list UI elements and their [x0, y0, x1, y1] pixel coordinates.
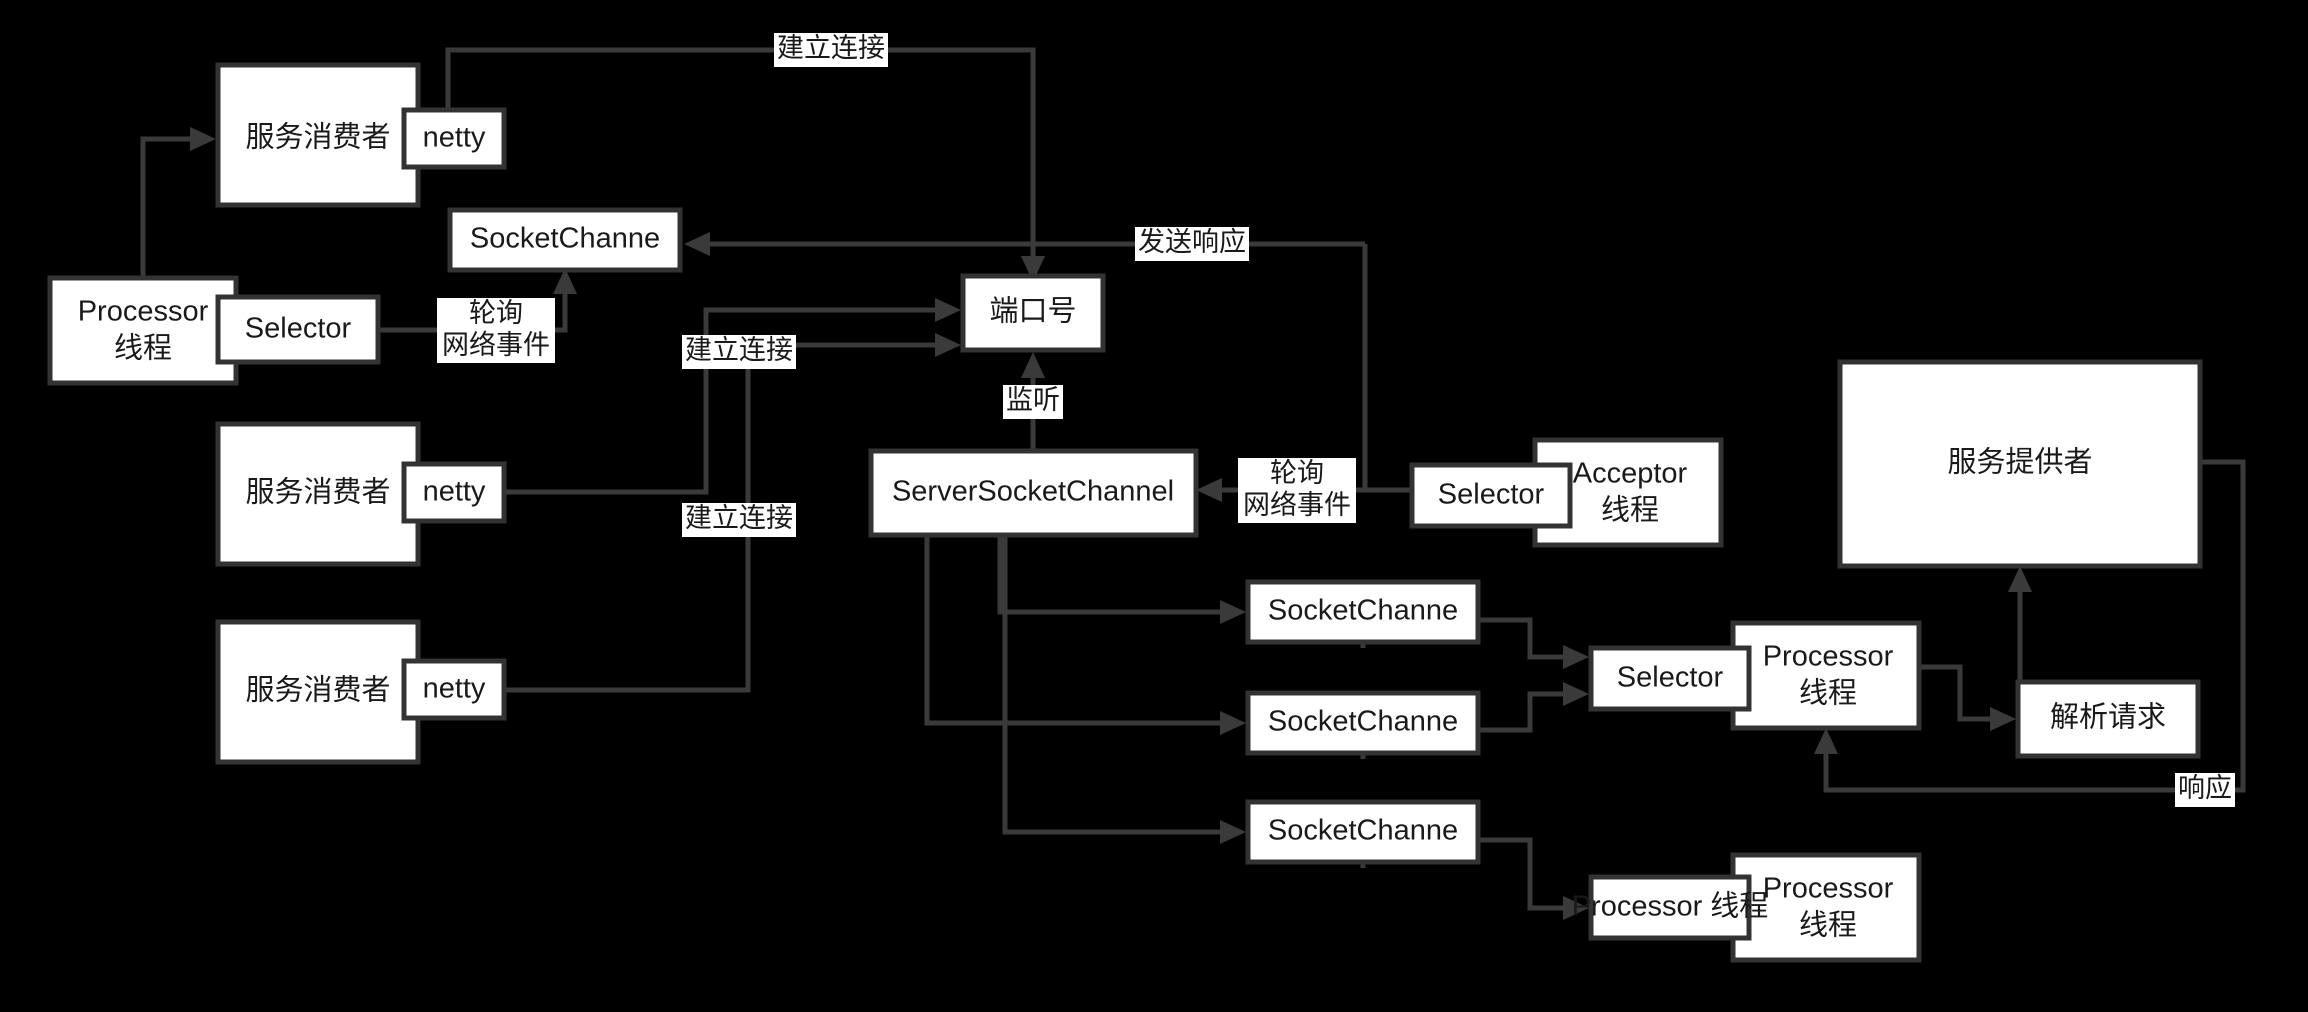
node-processor-1[interactable]: Processor 线程: [1730, 620, 1922, 731]
arrowhead-netty3-to-port: [935, 333, 961, 357]
node-parse-request-label: 解析请求: [2050, 701, 2166, 734]
node-socketchannel-2-label: SocketChanne: [1268, 706, 1458, 738]
edge-label-poll-acceptor-line2: 网络事件: [1243, 490, 1351, 520]
node-processor-left-label-line2: 线程: [114, 332, 172, 365]
arrowhead-serversocket-to-port: [1021, 352, 1045, 378]
node-socketchannel-1[interactable]: SocketChanne: [1245, 579, 1481, 645]
node-selector-processor-1[interactable]: Selector: [1588, 645, 1752, 712]
node-selector-processor-2-label: Processor 线程: [1572, 890, 1769, 923]
node-acceptor-label-line2: 线程: [1601, 494, 1659, 527]
node-processor-2-label-line1: Processor: [1763, 873, 1894, 905]
node-processor-left-label-line1: Processor: [78, 296, 209, 328]
node-socketchannel-top[interactable]: SocketChanne: [447, 207, 683, 273]
node-consumer2[interactable]: 服务消费者: [215, 421, 421, 567]
edge-label-send-response: 发送响应: [1135, 227, 1249, 261]
netty-reactor-diagram: 服务消费者 netty Processor 线程 Selector Socket…: [47, 33, 2246, 963]
arrowhead-response-to-socketchannel-top: [684, 232, 710, 256]
diagram-canvas: 服务消费者 netty Processor 线程 Selector Socket…: [0, 0, 2308, 1012]
edge-label-poll-acceptor-line1: 轮询: [1270, 458, 1324, 488]
node-service-provider-label: 服务提供者: [1947, 446, 2092, 479]
node-selector-acceptor-label: Selector: [1438, 479, 1545, 511]
arrowhead-parse-to-provider: [2008, 566, 2032, 592]
edge-label-listen-text: 监听: [1006, 385, 1060, 415]
edge-processor1-to-parse: [1919, 664, 1996, 722]
arrowhead-serversocket-to-sc3: [1220, 820, 1246, 844]
edge-label-poll-acceptor: 轮询 网络事件: [1238, 458, 1356, 523]
node-socketchannel-2[interactable]: SocketChanne: [1245, 690, 1481, 756]
edge-label-connect-top-text: 建立连接: [777, 33, 885, 63]
node-processor-left[interactable]: Processor 线程: [47, 275, 239, 386]
node-netty3[interactable]: netty: [401, 658, 507, 721]
edge-serversocket-to-sc3: [1002, 535, 1226, 835]
node-netty2[interactable]: netty: [401, 461, 507, 524]
edge-label-connect-mid-text: 建立连接: [685, 335, 793, 365]
node-netty1[interactable]: netty: [401, 107, 507, 170]
node-serversocketchannel-label: ServerSocketChannel: [892, 476, 1174, 508]
node-layer: 服务消费者 netty Processor 线程 Selector Socket…: [47, 62, 2203, 963]
arrowhead-serversocket-to-sc1: [1220, 600, 1246, 624]
node-selector-left[interactable]: Selector: [215, 294, 381, 365]
arrowhead-processor1-to-parse: [1990, 707, 2016, 731]
node-consumer1[interactable]: 服务消费者: [215, 62, 421, 208]
edge-processor-left-to-consumer1: [140, 136, 198, 278]
edge-sc1-to-selector-p1: [1478, 617, 1569, 660]
arrowhead-processor-left-to-consumer1: [190, 127, 216, 151]
edge-label-connect-low-text: 建立连接: [685, 503, 793, 533]
edge-label-send-response-text: 发送响应: [1138, 227, 1246, 257]
arrowhead-serversocket-to-sc2: [1220, 711, 1246, 735]
edge-label-connect-top: 建立连接: [774, 33, 888, 67]
edge-response-vertical: [1362, 244, 1412, 493]
node-port-label: 端口号: [989, 295, 1076, 328]
node-selector-acceptor[interactable]: Selector: [1409, 462, 1573, 529]
arrowhead-selector-acceptor-to-serversocket: [1196, 478, 1222, 502]
node-service-provider[interactable]: 服务提供者: [1837, 359, 2203, 569]
node-selector-processor-2[interactable]: Processor 线程: [1572, 874, 1769, 941]
node-processor-2-label-line2: 线程: [1799, 909, 1857, 942]
edge-label-poll-left-line1: 轮询: [469, 298, 523, 328]
edge-label-poll-left: 轮询 网络事件: [437, 298, 555, 363]
node-serversocketchannel[interactable]: ServerSocketChannel: [868, 448, 1199, 538]
node-socketchannel-top-label: SocketChanne: [470, 223, 660, 255]
node-selector-processor-1-label: Selector: [1617, 662, 1724, 694]
node-consumer2-label: 服务消费者: [245, 476, 390, 509]
node-processor-1-label-line2: 线程: [1799, 677, 1857, 710]
arrowhead-netty2-to-port: [935, 298, 961, 322]
node-netty1-label: netty: [423, 122, 486, 154]
edge-label-connect-mid: 建立连接: [682, 335, 796, 369]
edge-serversocket-to-sc2: [924, 535, 1226, 726]
node-socketchannel-1-label: SocketChanne: [1268, 595, 1458, 627]
edge-label-listen: 监听: [1003, 385, 1063, 419]
arrowhead-sc2-to-selector-p1: [1563, 682, 1589, 706]
edge-serversocket-to-sc1: [997, 535, 1226, 615]
edge-sc3-to-selector-p2: [1478, 837, 1569, 911]
node-consumer1-label: 服务消费者: [245, 121, 390, 154]
edge-sc2-to-selector-p1: [1478, 691, 1569, 733]
node-consumer3-label: 服务消费者: [245, 674, 390, 707]
edge-label-connect-low: 建立连接: [682, 503, 796, 537]
node-acceptor-label-line1: Acceptor: [1573, 458, 1688, 490]
node-parse-request[interactable]: 解析请求: [2015, 679, 2201, 759]
node-netty2-label: netty: [423, 476, 486, 508]
arrowhead-sc1-to-selector-p1: [1563, 645, 1589, 669]
node-processor-1-label-line1: Processor: [1763, 641, 1894, 673]
node-netty3-label: netty: [423, 673, 486, 705]
node-port[interactable]: 端口号: [960, 273, 1106, 353]
edge-label-response: 响应: [2175, 773, 2235, 807]
arrowhead-provider-to-processor1: [1814, 728, 1838, 754]
edge-label-poll-left-line2: 网络事件: [442, 330, 550, 360]
node-consumer3[interactable]: 服务消费者: [215, 619, 421, 765]
node-selector-left-label: Selector: [245, 313, 352, 345]
edge-label-response-text: 响应: [2178, 773, 2232, 803]
node-socketchannel-3[interactable]: SocketChanne: [1245, 799, 1481, 865]
node-socketchannel-3-label: SocketChanne: [1268, 815, 1458, 847]
